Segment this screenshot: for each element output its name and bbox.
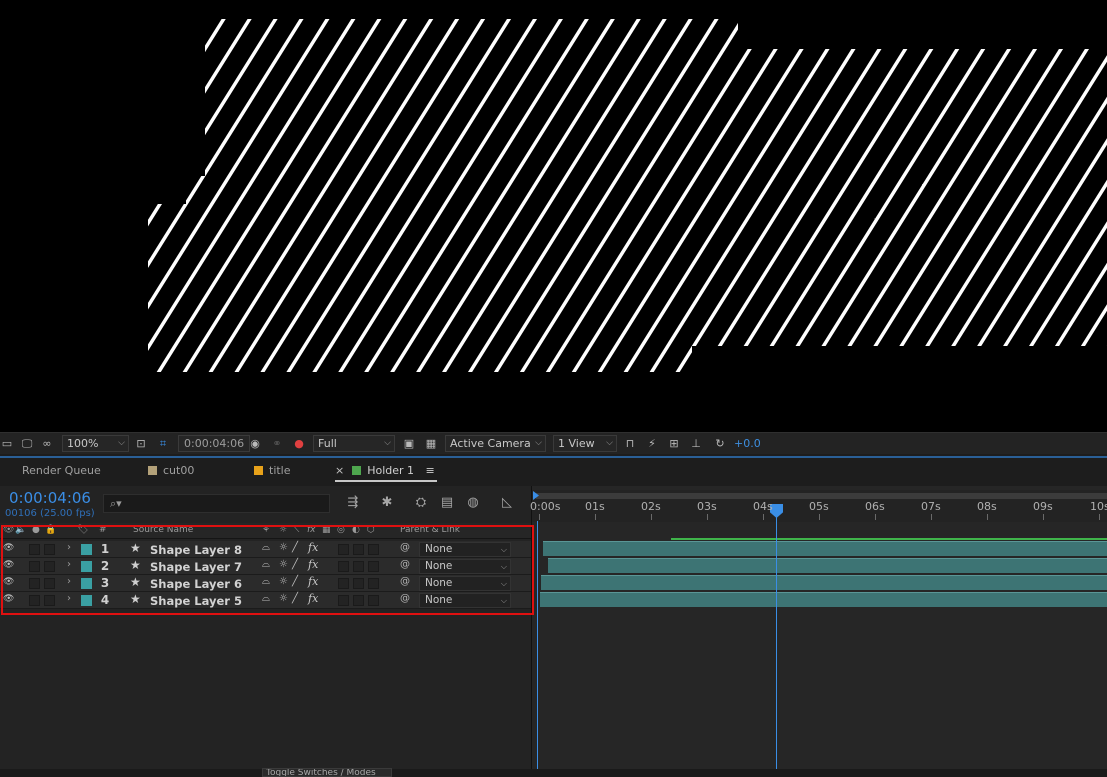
ruler-tick-label: 07s — [921, 500, 941, 513]
ruler-tick-mark — [819, 514, 820, 520]
region-of-interest-icon[interactable]: ⌗ — [156, 437, 170, 451]
camera-snapshot-icon[interactable]: ◉ — [248, 437, 262, 451]
label-color-swatch — [352, 466, 362, 475]
vr-goggles-icon[interactable]: ∞ — [40, 437, 54, 451]
ruler-tick-label: 05s — [809, 500, 829, 513]
ruler-tick-mark — [1043, 514, 1044, 520]
motion-blur-icon[interactable]: ◍ — [464, 495, 482, 511]
ruler-tick-mark — [1099, 514, 1100, 520]
layer-duration-bar[interactable] — [548, 558, 1107, 573]
graph-editor-icon[interactable]: ◺ — [498, 495, 516, 511]
zoom-select[interactable]: 100% ⌵ — [62, 435, 129, 452]
time-origin-line — [537, 521, 538, 769]
view-layout-select[interactable]: 1 View ⌵ — [553, 435, 617, 452]
ruler-tick-label: 06s — [865, 500, 885, 513]
timeline-footer — [0, 769, 1107, 777]
ruler-tick-mark — [539, 514, 540, 520]
ruler-tick-label: 04s — [753, 500, 773, 513]
frame-blending-icon[interactable]: ▤ — [438, 495, 456, 511]
timeline-icon[interactable]: ⊞ — [667, 437, 681, 451]
exposure-value[interactable]: +0.0 — [734, 437, 761, 450]
ruler-tick-mark — [763, 514, 764, 520]
chevron-down-icon: ⌵ — [384, 438, 391, 448]
composition-viewer[interactable] — [0, 0, 1107, 432]
ruler-tick-mark — [595, 514, 596, 520]
toggle-switches-modes-button[interactable]: Toggle Switches / Modes — [262, 768, 392, 777]
chevron-down-icon: ⌵ — [535, 438, 542, 448]
work-area-bar[interactable] — [536, 493, 1107, 499]
toggle-pixel-aspect-icon[interactable]: ⊓ — [623, 437, 637, 451]
viewer-canvas — [0, 0, 1107, 432]
timeline-tabs: Render Queue cut00 title × Holder 1 ≡ — [0, 458, 1107, 486]
ruler-tick-label: 10s — [1090, 500, 1107, 513]
composition-flowchart-icon[interactable]: ⇶ — [344, 495, 362, 511]
label-color-swatch — [254, 466, 263, 475]
monitor-icon[interactable]: 🖵 — [20, 437, 34, 451]
show-snapshot-icon[interactable]: ⚭ — [270, 437, 284, 451]
panel-menu-icon[interactable]: ≡ — [426, 464, 435, 477]
viewer-timecode[interactable]: 0:00:04:06 — [178, 435, 251, 452]
tab-cut00[interactable]: cut00 — [148, 464, 194, 482]
ruler-tick-label: 08s — [977, 500, 997, 513]
ruler-tick-mark — [651, 514, 652, 520]
fit-frame-icon[interactable]: ⊡ — [134, 437, 148, 451]
region-icon[interactable]: ▣ — [402, 437, 416, 451]
transparency-grid-icon[interactable]: ▦ — [424, 437, 438, 451]
tab-holder-1[interactable]: × Holder 1 ≡ — [335, 464, 437, 482]
search-icon: ⌕▾ — [110, 497, 122, 510]
ruler-tick-label: 09s — [1033, 500, 1053, 513]
close-icon[interactable]: × — [335, 464, 344, 477]
fast-previews-icon[interactable]: ⚡ — [645, 437, 659, 451]
resolution-select[interactable]: Full ⌵ — [313, 435, 395, 452]
timeline-graph[interactable] — [532, 486, 1107, 769]
flowchart-icon[interactable]: ⊥ — [689, 437, 703, 451]
layer-duration-bar[interactable] — [543, 541, 1107, 556]
label-color-swatch — [148, 466, 157, 475]
ruler-tick-label: 02s — [641, 500, 661, 513]
current-time-display[interactable]: 0:00:04:06 — [9, 489, 91, 507]
ruler-tick-mark — [987, 514, 988, 520]
chevron-down-icon: ⌵ — [118, 438, 125, 448]
selection-highlight-box — [1, 525, 534, 615]
always-preview-icon[interactable]: ▭ — [0, 437, 14, 451]
ruler-tick-mark — [707, 514, 708, 520]
chevron-down-icon: ⌵ — [606, 438, 613, 448]
hide-shy-layers-icon[interactable]: ⛭ — [412, 495, 430, 511]
ruler-tick-label: 0:00s — [530, 500, 561, 513]
layer-duration-bar[interactable] — [540, 592, 1107, 607]
tab-render-queue[interactable]: Render Queue — [22, 464, 101, 482]
viewer-toolbar: ▭ 🖵 ∞ 100% ⌵ ⊡ ⌗ 0:00:04:06 ◉ ⚭ ● Full ⌵ ▣… — [0, 432, 1107, 454]
striped-shape-layers — [148, 19, 1107, 372]
ruler-tick-label: 03s — [697, 500, 717, 513]
reset-exposure-icon[interactable]: ↻ — [713, 437, 727, 451]
tab-title[interactable]: title — [254, 464, 291, 482]
layer-search-input[interactable]: ⌕▾ — [103, 494, 330, 513]
draft-3d-icon[interactable]: ✱ — [378, 495, 396, 511]
current-time-indicator[interactable] — [776, 505, 777, 769]
cache-indicator — [671, 538, 1107, 540]
camera-select[interactable]: Active Camera ⌵ — [445, 435, 546, 452]
ruler-tick-mark — [875, 514, 876, 520]
channel-rgb-icon[interactable]: ● — [292, 437, 306, 451]
ruler-tick-label: 01s — [585, 500, 605, 513]
layer-duration-bar[interactable] — [541, 575, 1107, 590]
frame-info: 00106 (25.00 fps) — [5, 508, 95, 519]
ruler-tick-mark — [931, 514, 932, 520]
